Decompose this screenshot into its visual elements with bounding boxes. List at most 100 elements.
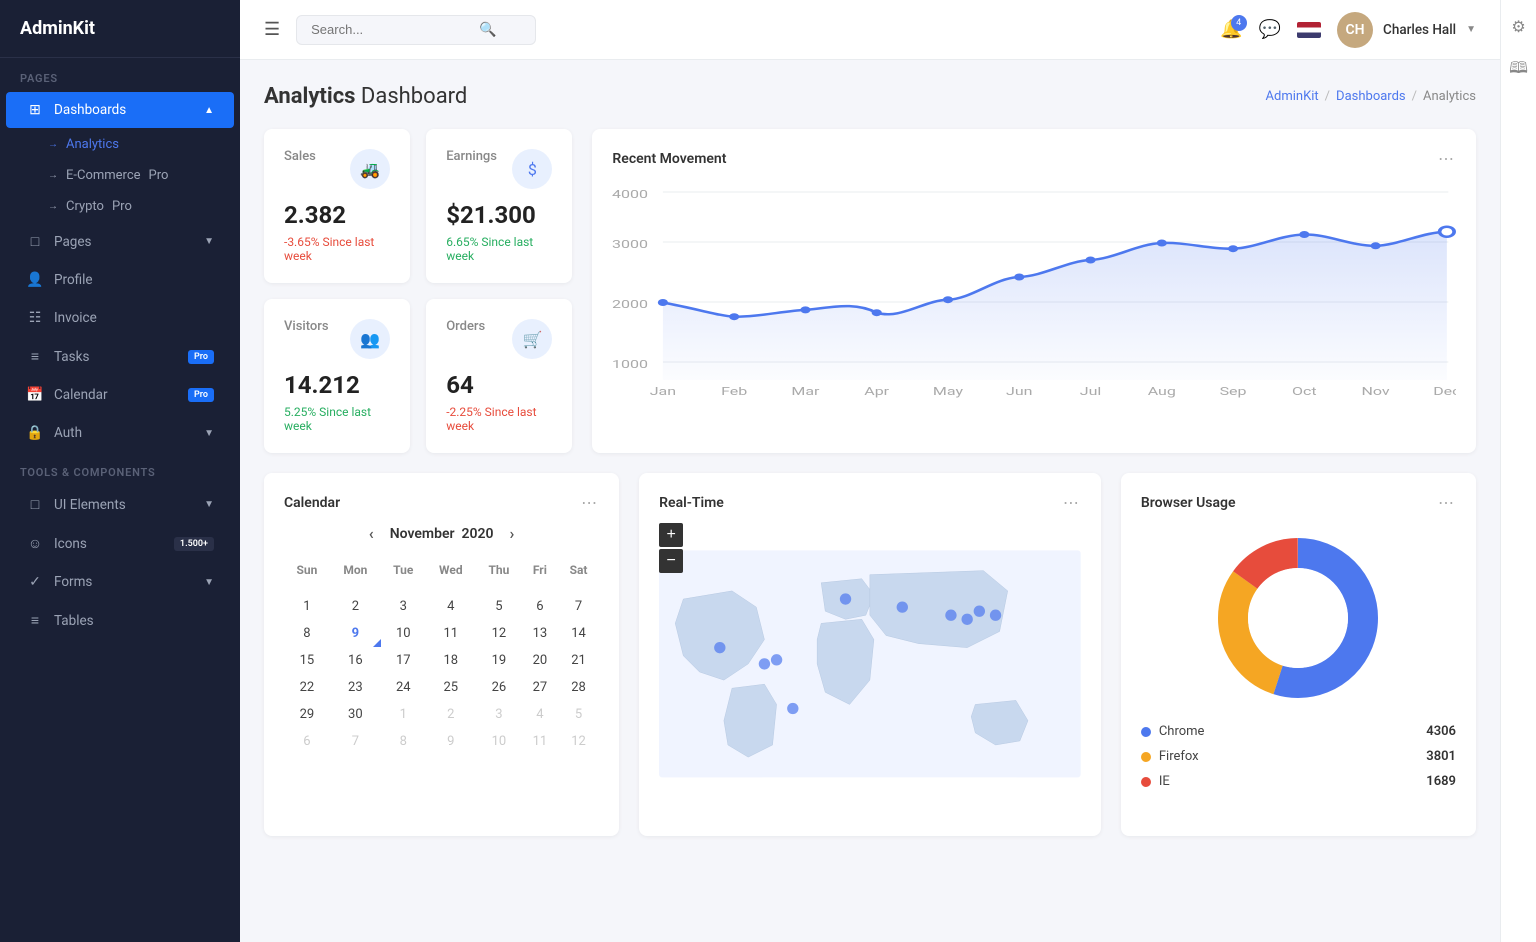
cal-day[interactable]: 28 <box>558 674 599 701</box>
cal-day[interactable]: 6 <box>284 728 330 755</box>
browser-menu-button[interactable]: ⋯ <box>1438 493 1456 512</box>
sidebar-item-ecommerce[interactable]: → E-Commerce Pro <box>0 160 240 191</box>
search-input[interactable] <box>311 22 471 37</box>
cal-day[interactable]: 2 <box>330 593 381 620</box>
cal-day[interactable]: 11 <box>522 728 558 755</box>
cal-day[interactable]: 24 <box>381 674 426 701</box>
cal-day[interactable]: 7 <box>558 593 599 620</box>
map-controls: + − <box>659 523 683 573</box>
auth-icon: 🔒 <box>26 425 44 441</box>
cal-day[interactable]: 22 <box>284 674 330 701</box>
cal-day[interactable]: 26 <box>476 674 522 701</box>
cal-day[interactable]: 5 <box>558 701 599 728</box>
cal-day[interactable] <box>330 581 381 593</box>
sidebar-item-label: Auth <box>54 425 82 441</box>
sidebar-item-calendar[interactable]: 📅 Calendar Pro <box>6 377 234 413</box>
cal-day[interactable]: 12 <box>558 728 599 755</box>
cal-day[interactable]: 13 <box>522 620 558 647</box>
tables-icon: ≡ <box>26 612 44 629</box>
cal-day[interactable]: 21 <box>558 647 599 674</box>
sidebar-item-crypto[interactable]: → Crypto Pro <box>0 191 240 222</box>
cal-day[interactable]: 4 <box>522 701 558 728</box>
chat-icon: 💬 <box>1259 19 1281 40</box>
cal-day[interactable]: 16 <box>330 647 381 674</box>
cal-day[interactable] <box>381 581 426 593</box>
calendar-next-button[interactable]: › <box>510 524 515 543</box>
cal-day[interactable]: 2 <box>426 701 476 728</box>
breadcrumb-dashboards[interactable]: Dashboards <box>1336 89 1406 104</box>
cal-day[interactable]: 23 <box>330 674 381 701</box>
user-menu[interactable]: CH Charles Hall ▼ <box>1337 12 1476 48</box>
settings-panel-button[interactable]: ⚙ <box>1503 10 1535 42</box>
cal-day[interactable] <box>558 581 599 593</box>
recent-movement-card: Recent Movement ⋯ 4000 3000 2000 1000 <box>592 129 1476 453</box>
cal-day[interactable]: 10 <box>476 728 522 755</box>
sidebar-item-tables[interactable]: ≡ Tables <box>6 602 234 639</box>
cal-day[interactable]: 27 <box>522 674 558 701</box>
sidebar-item-ui-elements[interactable]: □ UI Elements ▼ <box>6 486 234 523</box>
cal-day[interactable]: 12 <box>476 620 522 647</box>
cal-day[interactable] <box>426 581 476 593</box>
sidebar-item-forms[interactable]: ✓ Forms ▼ <box>6 564 234 600</box>
legend-item-firefox: Firefox 3801 <box>1141 749 1456 764</box>
notification-button[interactable]: 🔔 4 <box>1220 19 1242 40</box>
realtime-menu-button[interactable]: ⋯ <box>1063 493 1081 512</box>
cal-day[interactable]: 30 <box>330 701 381 728</box>
cal-day[interactable] <box>476 581 522 593</box>
cal-day[interactable]: 20 <box>522 647 558 674</box>
cal-day[interactable]: 17 <box>381 647 426 674</box>
cal-day[interactable]: 19 <box>476 647 522 674</box>
cal-day[interactable]: 29 <box>284 701 330 728</box>
cal-day[interactable]: 1 <box>284 593 330 620</box>
breadcrumb-current: Analytics <box>1423 89 1476 104</box>
stat-value-earnings: $21.300 <box>446 201 552 229</box>
cal-day[interactable]: 14 <box>558 620 599 647</box>
cal-day[interactable]: 25 <box>426 674 476 701</box>
sidebar-item-pages[interactable]: □ Pages ▼ <box>6 223 234 260</box>
cal-day[interactable] <box>284 581 330 593</box>
main-content: Analytics Dashboard AdminKit / Dashboard… <box>240 60 1500 942</box>
stat-change-earnings: 6.65% Since last week <box>446 235 552 263</box>
stat-label: Visitors <box>284 319 329 334</box>
map-zoom-in-button[interactable]: + <box>659 523 683 547</box>
sidebar-item-profile[interactable]: 👤 Profile <box>6 262 234 298</box>
sidebar-item-label: Forms <box>54 574 92 590</box>
cal-day[interactable]: 3 <box>381 593 426 620</box>
cal-day[interactable]: 10 <box>381 620 426 647</box>
cal-day[interactable]: 5 <box>476 593 522 620</box>
expand-icon: ▼ <box>204 236 214 247</box>
cal-day[interactable] <box>522 581 558 593</box>
sidebar-item-invoice[interactable]: ☷ Invoice <box>6 300 234 336</box>
svg-text:Jun: Jun <box>1006 385 1032 398</box>
breadcrumb-adminkit[interactable]: AdminKit <box>1266 89 1319 104</box>
sidebar-item-label: Calendar <box>54 387 108 403</box>
ie-dot <box>1141 777 1151 787</box>
cal-day[interactable]: 8 <box>284 620 330 647</box>
cal-day[interactable]: 7 <box>330 728 381 755</box>
sidebar-item-auth[interactable]: 🔒 Auth ▼ <box>6 415 234 451</box>
cal-day[interactable]: 11 <box>426 620 476 647</box>
cal-day[interactable]: 15 <box>284 647 330 674</box>
cal-day-today[interactable]: 9 <box>330 620 381 647</box>
sidebar-item-tasks[interactable]: ≡ Tasks Pro <box>6 338 234 375</box>
message-button[interactable]: 💬 <box>1259 19 1281 40</box>
cal-day[interactable]: 6 <box>522 593 558 620</box>
cal-day[interactable]: 18 <box>426 647 476 674</box>
cal-day[interactable]: 9 <box>426 728 476 755</box>
sidebar-item-icons[interactable]: ☺ Icons 1.500+ <box>6 525 234 562</box>
sidebar-item-dashboards[interactable]: ⊞ Dashboards ▲ <box>6 92 234 128</box>
calendar-nav: ‹ November 2020 › <box>284 524 599 543</box>
cal-day[interactable]: 4 <box>426 593 476 620</box>
menu-icon[interactable]: ☰ <box>264 19 280 40</box>
calendar-prev-button[interactable]: ‹ <box>369 524 374 543</box>
book-panel-button[interactable]: 🕮 <box>1503 54 1535 86</box>
search-icon: 🔍 <box>479 22 496 38</box>
sidebar-item-analytics[interactable]: → Analytics <box>0 129 240 160</box>
chart-menu-button[interactable]: ⋯ <box>1438 149 1456 168</box>
map-zoom-out-button[interactable]: − <box>659 549 683 573</box>
calendar-menu-button[interactable]: ⋯ <box>581 493 599 512</box>
cal-day[interactable]: 3 <box>476 701 522 728</box>
cal-day[interactable]: 1 <box>381 701 426 728</box>
language-flag[interactable] <box>1297 22 1321 38</box>
cal-day[interactable]: 8 <box>381 728 426 755</box>
